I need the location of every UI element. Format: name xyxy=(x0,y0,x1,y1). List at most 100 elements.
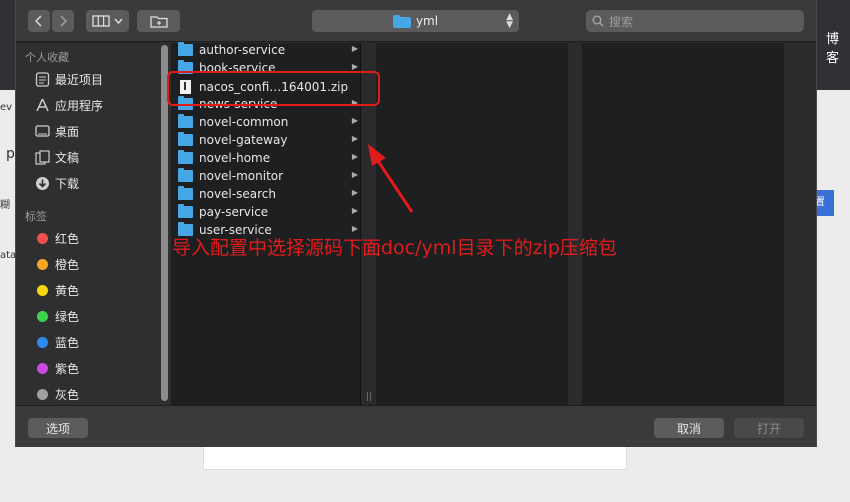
sidebar-tag-blue[interactable]: 蓝色 xyxy=(34,331,79,353)
sidebar-item-label: 灰色 xyxy=(55,387,80,402)
disclosure-arrow-icon: ▶ xyxy=(351,116,358,125)
sidebar-item-label: 文稿 xyxy=(55,150,80,165)
sidebar: 个人收藏 最近项目 应用程序 桌面 文稿 下载 标签 红色 橙色 黄色 绿色 蓝… xyxy=(16,43,171,405)
documents-icon xyxy=(34,149,50,165)
file-name: novel-home xyxy=(199,151,271,165)
sidebar-item-documents[interactable]: 文稿 xyxy=(34,146,79,168)
sidebar-tag-purple[interactable]: 紫色 xyxy=(34,357,79,379)
search-field[interactable]: 搜索 xyxy=(586,10,804,32)
sidebar-item-label: 黄色 xyxy=(55,283,80,298)
open-button[interactable]: 打开 xyxy=(734,418,804,438)
green-tag-dot-icon xyxy=(36,310,48,322)
disclosure-arrow-icon: ▶ xyxy=(351,134,358,143)
disclosure-arrow-icon: ▶ xyxy=(351,62,358,71)
folder-icon xyxy=(178,150,193,164)
new-folder-icon xyxy=(149,15,168,28)
empty-column xyxy=(784,43,816,405)
file-name: novel-monitor xyxy=(199,169,284,183)
file-name: author-service xyxy=(199,43,286,57)
sidebar-tag-red[interactable]: 红色 xyxy=(34,227,79,249)
file-name: novel-gateway xyxy=(199,133,288,147)
purple-tag-dot-icon xyxy=(36,362,48,374)
sidebar-item-label: 绿色 xyxy=(55,309,80,324)
sidebar-item-label: 蓝色 xyxy=(55,335,80,350)
sidebar-item-label: 紫色 xyxy=(55,361,80,376)
view-mode-button[interactable] xyxy=(86,10,129,32)
sidebar-tag-orange[interactable]: 橙色 xyxy=(34,253,79,275)
dialog-toolbar: yml ▲ ▼ 搜索 xyxy=(16,0,816,42)
file-name: pay-service xyxy=(199,205,269,219)
orange-tag-dot-icon xyxy=(36,258,48,270)
background-header-text: 博客 xyxy=(826,32,840,66)
empty-column xyxy=(568,43,784,405)
applications-icon xyxy=(34,97,50,113)
location-popup[interactable]: yml ▲ ▼ xyxy=(312,10,519,32)
red-tag-dot-icon xyxy=(36,232,48,244)
sidebar-item-desktop[interactable]: 桌面 xyxy=(34,120,79,142)
download-icon xyxy=(34,175,50,191)
sidebar-item-label: 橙色 xyxy=(55,257,80,272)
sidebar-tag-gray[interactable]: 灰色 xyxy=(34,383,79,405)
sidebar-item-recents[interactable]: 最近项目 xyxy=(34,68,103,90)
folder-icon xyxy=(392,14,411,28)
sidebar-item-label: 应用程序 xyxy=(55,98,104,113)
disclosure-arrow-icon: ▶ xyxy=(351,188,358,197)
new-folder-button[interactable] xyxy=(137,10,180,32)
forward-button[interactable] xyxy=(52,10,74,32)
file-row-folder[interactable]: novel-common ▶ xyxy=(178,113,358,131)
favorites-heading: 个人收藏 xyxy=(25,51,69,64)
file-name: novel-search xyxy=(199,187,276,201)
folder-icon xyxy=(178,186,193,200)
column-resize-handle[interactable]: || xyxy=(366,392,372,402)
search-icon xyxy=(592,15,604,27)
sidebar-item-applications[interactable]: 应用程序 xyxy=(34,94,103,116)
file-row-folder[interactable]: novel-gateway ▶ xyxy=(178,131,358,149)
yellow-tag-dot-icon xyxy=(36,284,48,296)
sidebar-tag-green[interactable]: 绿色 xyxy=(34,305,79,327)
disclosure-arrow-icon: ▶ xyxy=(351,224,358,233)
sidebar-tag-yellow[interactable]: 黄色 xyxy=(34,279,79,301)
annotation-text: 导入配置中选择源码下面doc/yml目录下的zip压缩包 xyxy=(172,237,617,259)
file-row-folder[interactable]: novel-home ▶ xyxy=(178,149,358,167)
file-row-folder[interactable]: novel-monitor ▶ xyxy=(178,167,358,185)
background-sliver: p xyxy=(6,146,15,162)
options-button[interactable]: 选项 xyxy=(28,418,88,438)
sidebar-item-downloads[interactable]: 下载 xyxy=(34,172,79,194)
gray-tag-dot-icon xyxy=(36,388,48,400)
updown-chevron-icon: ▲ ▼ xyxy=(506,12,513,30)
sidebar-item-label: 下载 xyxy=(55,176,80,191)
cancel-button[interactable]: 取消 xyxy=(654,418,724,438)
folder-icon xyxy=(178,132,193,146)
dialog-footer: 选项 取消 打开 xyxy=(16,405,816,447)
column-view-icon xyxy=(92,15,110,27)
chevron-down-icon xyxy=(114,18,123,24)
background-sliver: ev xyxy=(0,102,13,113)
annotation-arrow-icon xyxy=(368,144,414,213)
file-row-folder[interactable]: author-service ▶ xyxy=(178,41,358,59)
background-sliver: 糊 xyxy=(0,200,10,211)
folder-icon xyxy=(178,114,193,128)
back-button[interactable] xyxy=(28,10,50,32)
file-name: novel-common xyxy=(199,115,289,129)
search-placeholder: 搜索 xyxy=(609,14,634,29)
tags-heading: 标签 xyxy=(25,210,47,223)
disclosure-arrow-icon: ▶ xyxy=(351,206,358,215)
clock-icon xyxy=(34,71,50,87)
desktop-icon xyxy=(34,123,50,139)
disclosure-arrow-icon: ▶ xyxy=(351,44,358,53)
background-sliver: ata xyxy=(0,250,17,261)
disclosure-arrow-icon: ▶ xyxy=(351,152,358,161)
blue-tag-dot-icon xyxy=(36,336,48,348)
sidebar-item-label: 桌面 xyxy=(55,124,80,139)
location-label: yml xyxy=(415,14,439,28)
chevron-left-icon xyxy=(35,15,42,27)
file-row-folder[interactable]: pay-service ▶ xyxy=(178,203,358,221)
folder-icon xyxy=(178,204,193,218)
disclosure-arrow-icon: ▶ xyxy=(351,170,358,179)
file-row-folder[interactable]: novel-search ▶ xyxy=(178,185,358,203)
folder-icon xyxy=(178,168,193,182)
highlight-box xyxy=(167,71,380,106)
sidebar-item-label: 最近项目 xyxy=(55,72,104,87)
open-file-dialog: yml ▲ ▼ 搜索 个人收藏 最近项目 应用程序 桌面 文稿 下载 标签 红色… xyxy=(15,0,817,447)
folder-icon xyxy=(178,42,193,56)
